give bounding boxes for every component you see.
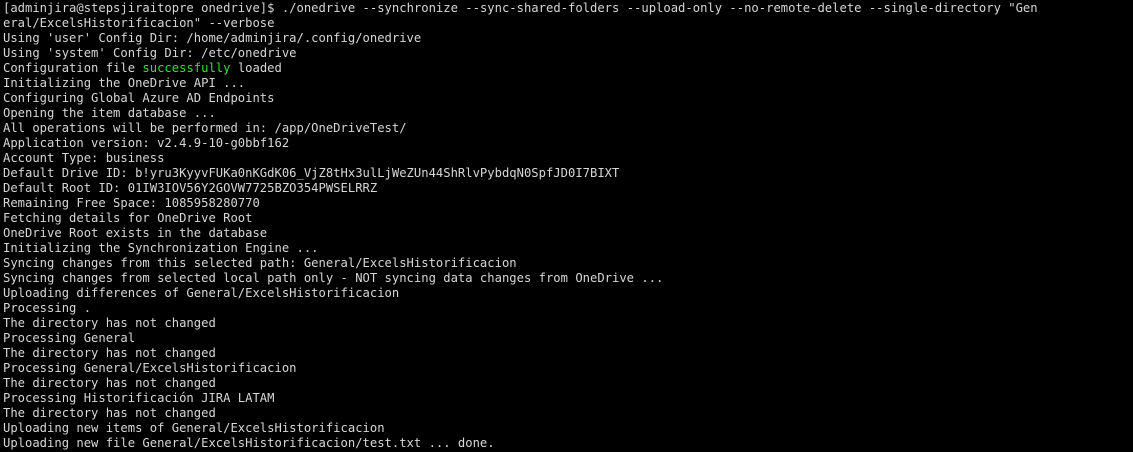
output-line: Syncing changes from selected local path… [3,271,664,285]
output-line: The directory has not changed [3,406,216,420]
shell-prompt: [adminjira@stepsjiraitopre onedrive]$ [3,1,282,15]
output-line: Uploading new file General/ExcelsHistori… [3,436,495,450]
output-line: Account Type: business [3,151,165,165]
config-prefix: Configuration file [3,61,143,75]
output-line: Using 'system' Config Dir: /etc/onedrive [3,46,297,60]
output-line: Configuring Global Azure AD Endpoints [3,91,275,105]
output-line: Opening the item database ... [3,106,216,120]
config-loaded-line: Configuration file successfully loaded [3,61,1133,76]
output-line: Uploading new items of General/ExcelsHis… [3,421,385,435]
command-text: ./onedrive --synchronize --sync-shared-f… [281,1,1038,15]
output-line: Using 'user' Config Dir: /home/adminjira… [3,31,422,45]
output-line: Initializing the OneDrive API ... [3,76,246,90]
output-line: All operations will be performed in: /ap… [3,121,407,135]
output-line: Processing General/ExcelsHistorificacion [3,361,297,375]
config-suffix: loaded [230,61,282,75]
output-line: Syncing changes from this selected path:… [3,256,517,270]
output-line: The directory has not changed [3,316,216,330]
output-line: The directory has not changed [3,346,216,360]
output-line: Default Drive ID: b!yru3KyyvFUKa0nKGdK06… [3,166,620,180]
output-line: Initializing the Synchronization Engine … [3,241,319,255]
command-line: [adminjira@stepsjiraitopre onedrive]$ ./… [3,1,1133,16]
output-line: Uploading differences of General/ExcelsH… [3,286,400,300]
output-line: Processing Historificación JIRA LATAM [3,391,275,405]
output-line: Default Root ID: 01IW3IOV56Y2GOVW7725BZO… [3,181,378,195]
output-line: Remaining Free Space: 1085958280770 [3,196,260,210]
output-line: Processing General [3,331,136,345]
output-line: Application version: v2.4.9-10-g0bbf162 [3,136,290,150]
output-line: Processing . [3,301,92,315]
output-line: Fetching details for OneDrive Root [3,211,253,225]
output-line: The directory has not changed [3,376,216,390]
output-line: OneDrive Root exists in the database [3,226,268,240]
command-line-wrap: eral/ExcelsHistorificacion" --verbose [3,16,275,30]
success-text: successfully [142,61,231,75]
terminal-window[interactable]: [adminjira@stepsjiraitopre onedrive]$ ./… [0,0,1133,452]
